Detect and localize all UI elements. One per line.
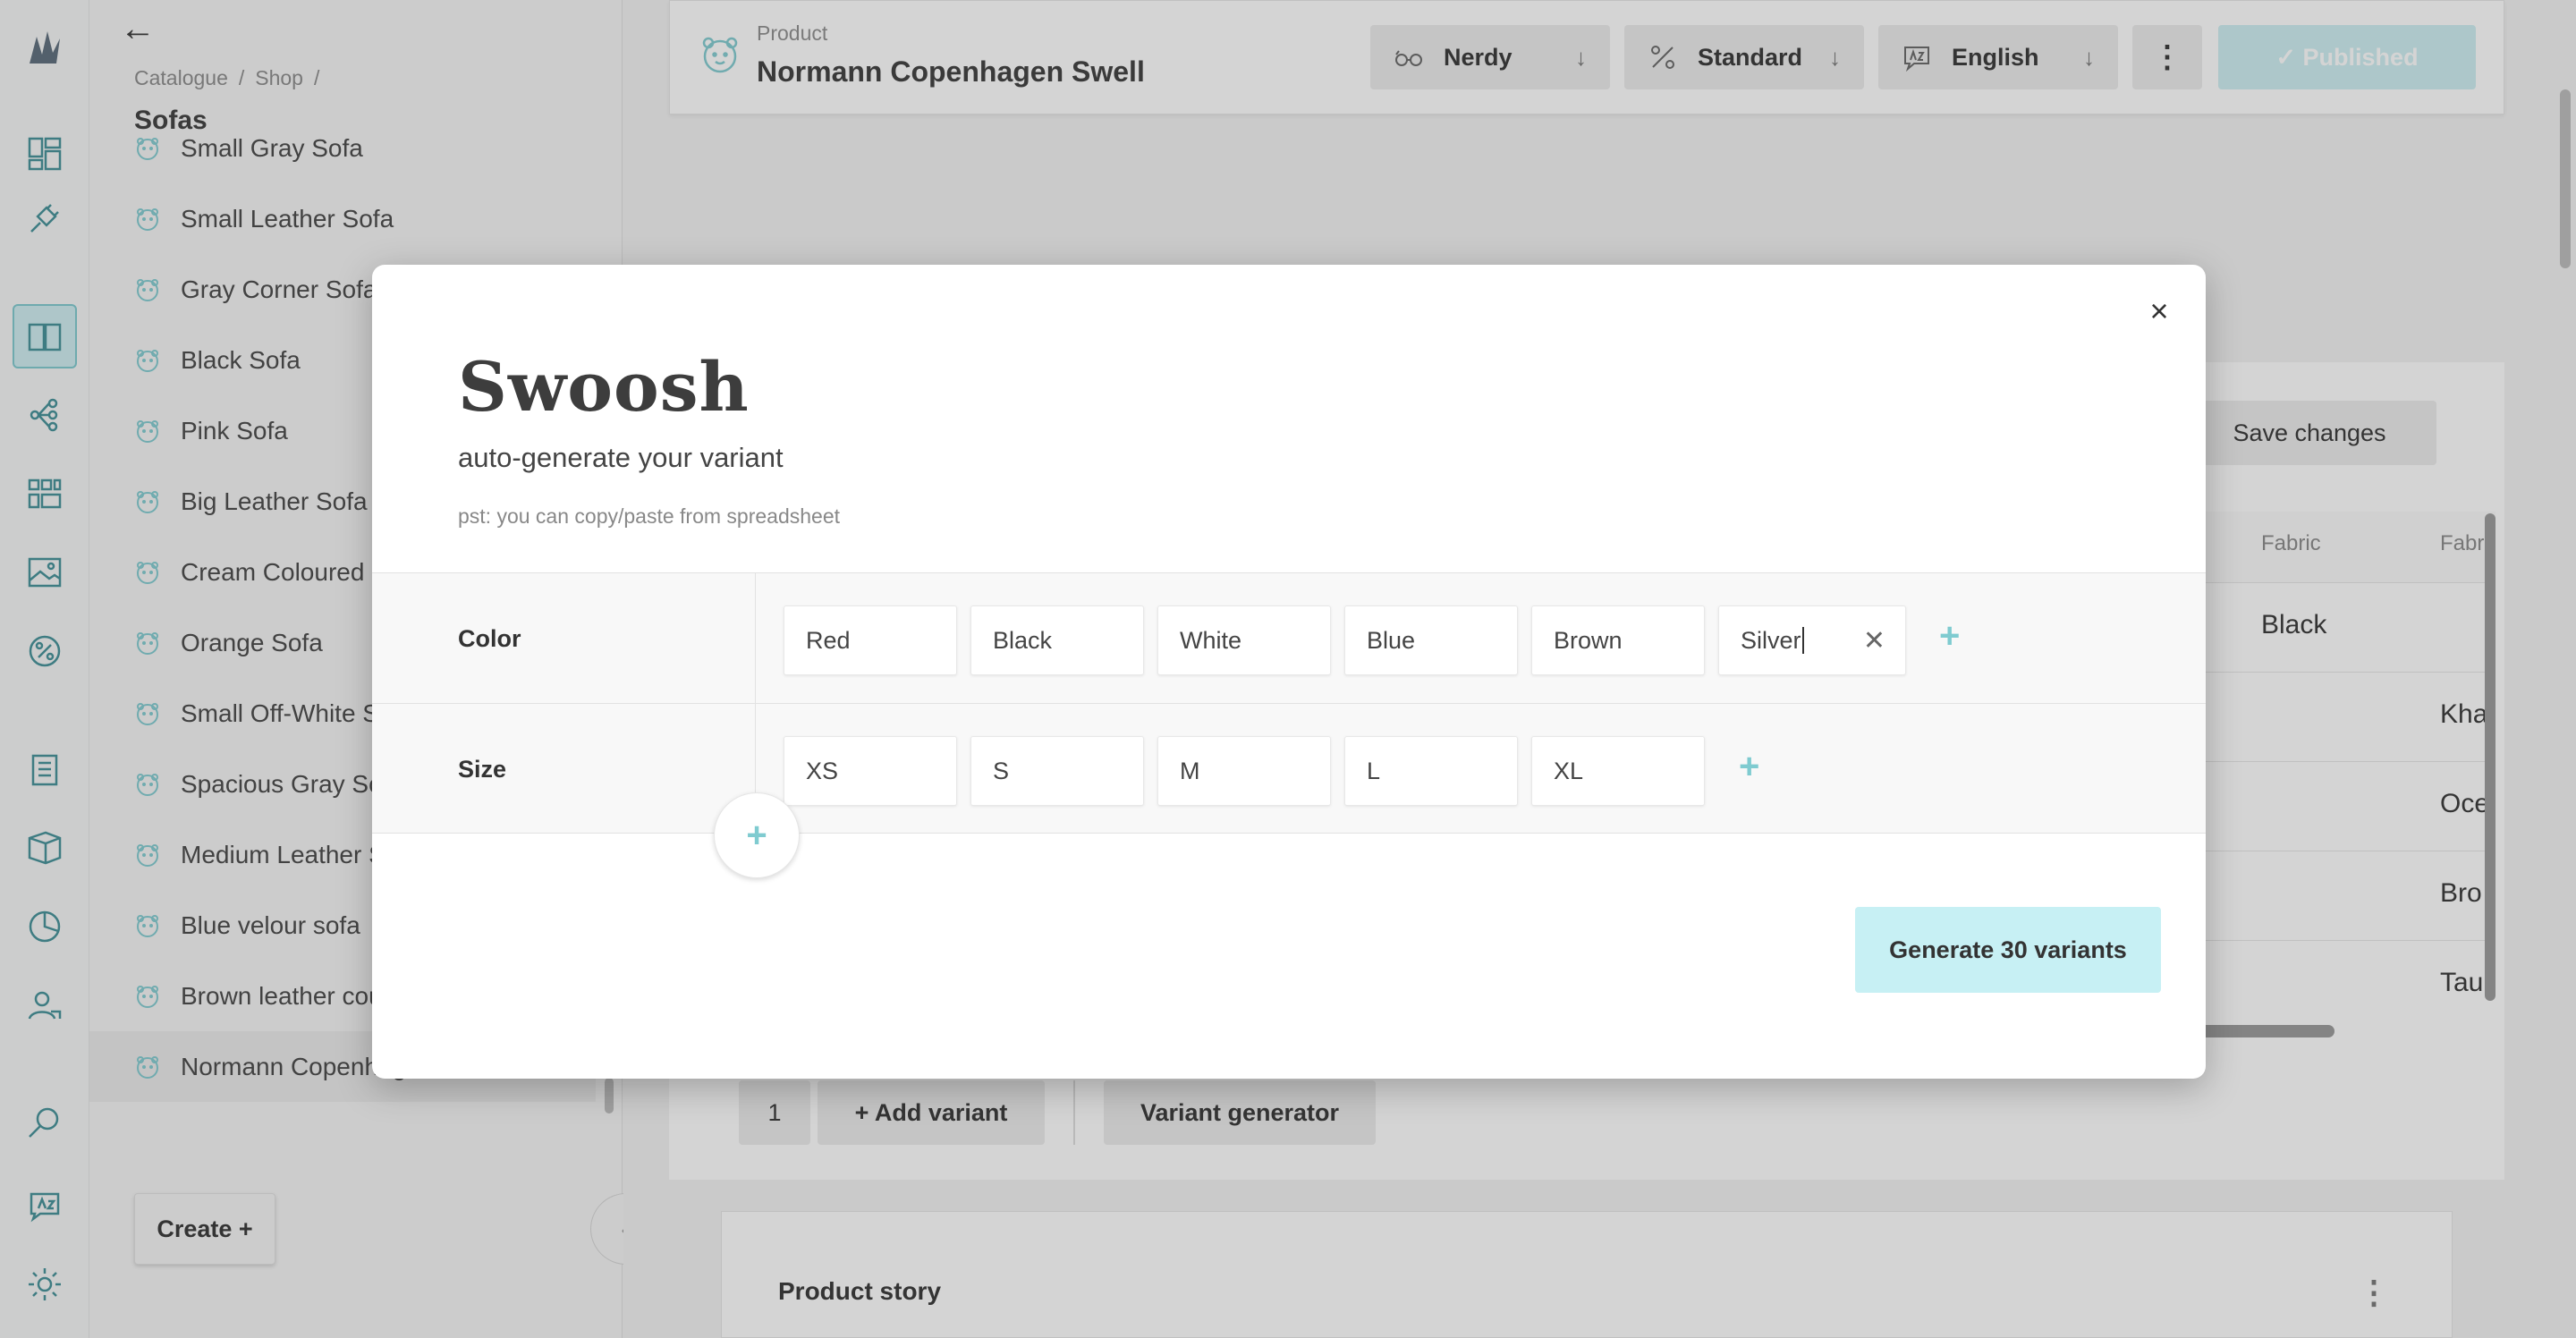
value-input-editing[interactable]: Silver ✕ (1718, 605, 1906, 675)
value-chip[interactable]: XS (784, 736, 957, 806)
close-icon[interactable]: × (2143, 295, 2175, 327)
modal-hint: pst: you can copy/paste from spreadsheet (458, 504, 841, 528)
generate-variants-button[interactable]: Generate 30 variants (1855, 907, 2161, 993)
text-cursor (1801, 627, 1804, 654)
add-value-icon[interactable]: + (1939, 616, 1960, 656)
clear-icon[interactable]: ✕ (1863, 625, 1885, 656)
attribute-name[interactable]: Color (458, 625, 521, 653)
divider (755, 573, 756, 704)
value-chip[interactable]: S (970, 736, 1144, 806)
modal-title: Swoosh (458, 347, 750, 427)
add-value-icon[interactable]: + (1739, 747, 1759, 787)
attribute-row-size: Size XS S M L XL + (372, 703, 2206, 834)
value-chip[interactable]: L (1344, 736, 1518, 806)
attribute-name[interactable]: Size (458, 756, 506, 783)
value-input-text[interactable]: Silver (1741, 627, 1801, 655)
value-chip[interactable]: White (1157, 605, 1331, 675)
value-chip[interactable]: Brown (1531, 605, 1705, 675)
add-attribute-button[interactable]: + (714, 792, 800, 878)
value-chip[interactable]: XL (1531, 736, 1705, 806)
value-chip[interactable]: Red (784, 605, 957, 675)
attribute-row-color: Color Red Black White Blue Brown Silver … (372, 572, 2206, 704)
divider (372, 833, 2206, 834)
value-chip[interactable]: M (1157, 736, 1331, 806)
value-chip[interactable]: Blue (1344, 605, 1518, 675)
modal-subtitle: auto-generate your variant (458, 442, 784, 473)
value-chip[interactable]: Black (970, 605, 1144, 675)
